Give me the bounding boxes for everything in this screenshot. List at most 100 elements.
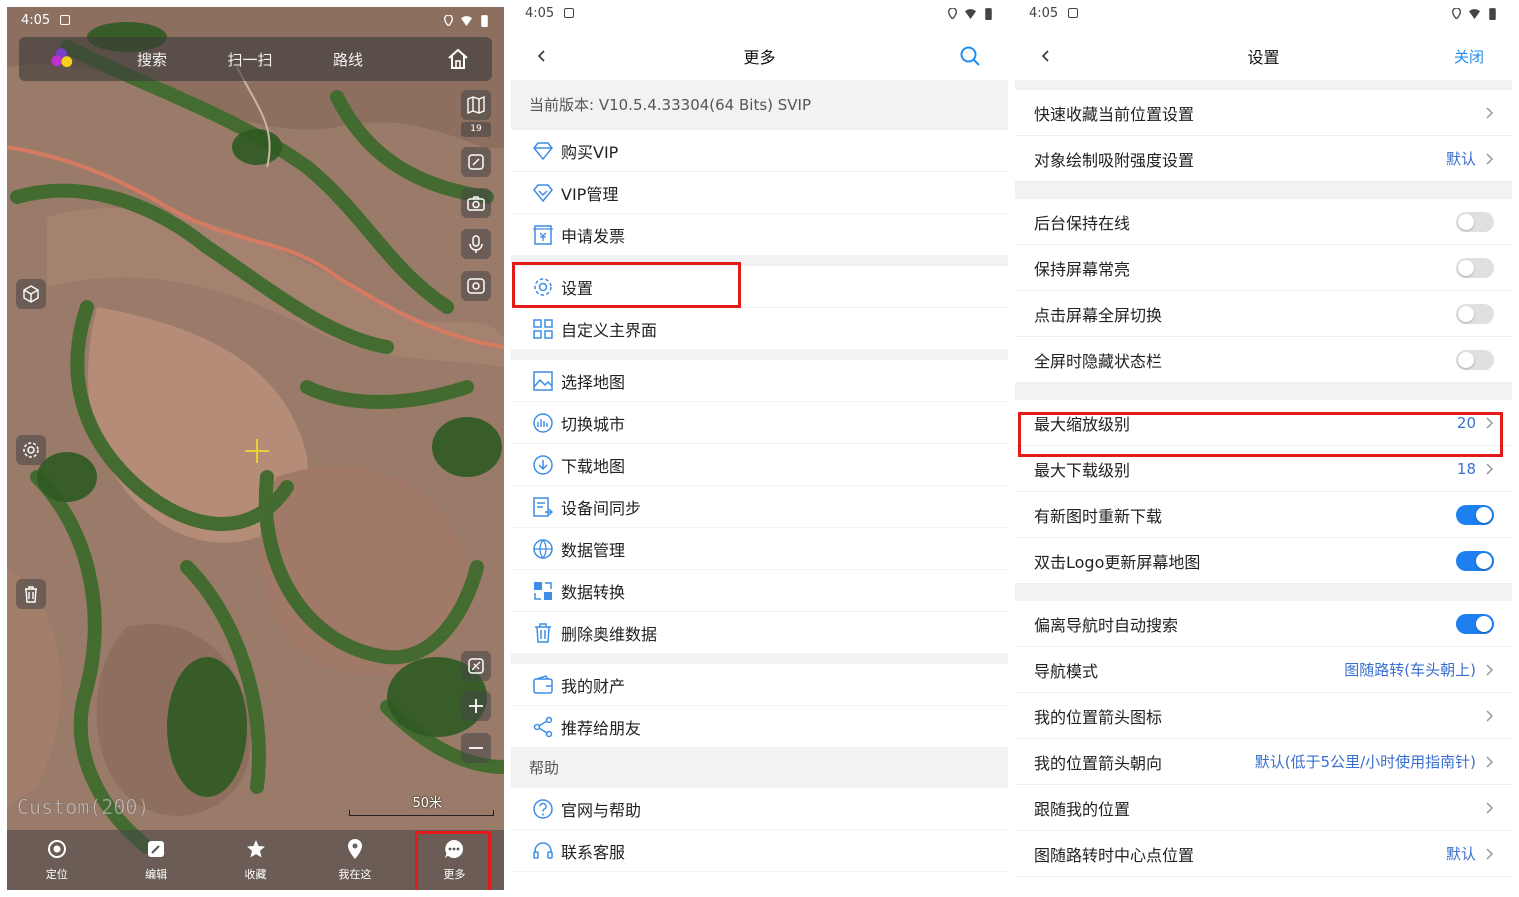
setting-label: 跟随我的位置	[1034, 799, 1131, 819]
delete-button[interactable]	[16, 579, 46, 609]
chevron-right-icon	[1486, 152, 1494, 165]
nav-locate[interactable]: 定位	[7, 830, 106, 890]
more-screen: 4:05 更多 当前版本: V10.5.4.33304(64 Bits) SVI…	[511, 0, 1008, 897]
scale-line	[349, 810, 494, 816]
toggle-switch[interactable]	[1456, 613, 1494, 634]
chevron-right-icon	[1486, 106, 1494, 119]
menu-website-help[interactable]: 官网与帮助	[511, 788, 1008, 830]
tab-route[interactable]: 路线	[299, 49, 397, 70]
share-icon	[533, 716, 553, 737]
menu-custom-home[interactable]: 自定义主界面	[511, 308, 1008, 350]
zoom-out-button[interactable]	[461, 733, 491, 763]
toggle-switch[interactable]	[1456, 504, 1494, 525]
setting-arrow-direction[interactable]: 我的位置箭头朝向 默认(低于5公里/小时使用指南针)	[1015, 739, 1512, 785]
map-settings-button[interactable]	[16, 435, 46, 465]
map-picture-icon	[533, 370, 553, 391]
toggle-switch[interactable]	[1456, 257, 1494, 278]
menu-contact[interactable]: 联系客服	[511, 830, 1008, 872]
wifi-icon	[1469, 8, 1480, 19]
tab-search[interactable]: 搜索	[103, 49, 201, 70]
header: 更多	[511, 36, 1008, 76]
trash-icon	[535, 622, 551, 643]
setting-label: 快速收藏当前位置设置	[1034, 104, 1195, 124]
setting-hide-statusbar: 全屏时隐藏状态栏	[1015, 337, 1512, 383]
clock: 4:05	[21, 12, 51, 28]
map-layers-button[interactable]	[461, 90, 491, 120]
toggle-switch[interactable]	[1456, 211, 1494, 232]
version-label: 当前版本: V10.5.4.33304(64 Bits) SVIP	[511, 80, 1008, 130]
setting-quick-fav[interactable]: 快速收藏当前位置设置	[1015, 90, 1512, 136]
menu-data-manage[interactable]: 数据管理	[511, 528, 1008, 570]
star-icon	[246, 840, 265, 858]
setting-label: 偏离导航时自动搜索	[1034, 615, 1179, 635]
setting-bg-online: 后台保持在线	[1015, 199, 1512, 245]
zoom-level-badge: 19	[461, 122, 491, 137]
menu-my-assets[interactable]: 我的财产	[511, 664, 1008, 706]
divider	[1015, 383, 1512, 400]
status-bar: 4:05	[1015, 0, 1512, 26]
setting-arrow-icon[interactable]: 我的位置箭头图标	[1015, 693, 1512, 739]
setting-dbl-logo: 双击Logo更新屏幕地图	[1015, 538, 1512, 584]
settings-list: 快速收藏当前位置设置 对象绘制吸附强度设置 默认 后台保持在线 保持屏幕常亮 点…	[1015, 80, 1512, 877]
voice-button[interactable]	[461, 229, 491, 259]
nav-favorites[interactable]: 收藏	[206, 830, 305, 890]
nav-favorites-label: 收藏	[244, 868, 267, 881]
sim-icon	[1068, 8, 1079, 18]
menu-data-convert[interactable]: 数据转换	[511, 570, 1008, 612]
menu-recommend[interactable]: 推荐给朋友	[511, 706, 1008, 748]
menu-invoice[interactable]: 申请发票	[511, 214, 1008, 256]
setting-follow-me[interactable]: 跟随我的位置	[1015, 785, 1512, 831]
menu-label: VIP管理	[561, 184, 619, 204]
measure-button[interactable]	[461, 651, 491, 681]
setting-label: 我的位置箭头朝向	[1034, 753, 1163, 773]
help-circle-icon	[533, 798, 553, 819]
menu-device-sync[interactable]: 设备间同步	[511, 486, 1008, 528]
back-chevron-icon[interactable]	[535, 49, 549, 63]
location-status-icon	[947, 7, 958, 19]
page-title: 设置	[1247, 48, 1280, 67]
battery-icon	[1489, 7, 1496, 20]
chevron-right-icon	[1486, 755, 1494, 768]
menu-select-map[interactable]: 选择地图	[511, 360, 1008, 402]
3d-view-button[interactable]	[16, 279, 46, 309]
setting-label: 对象绘制吸附强度设置	[1034, 150, 1195, 170]
menu-label: 设备间同步	[561, 498, 642, 518]
toggle-switch[interactable]	[1456, 550, 1494, 571]
tab-scan[interactable]: 扫一扫	[201, 49, 299, 70]
toggle-switch[interactable]	[1456, 349, 1494, 370]
menu-delete-data[interactable]: 删除奥维数据	[511, 612, 1008, 654]
nav-here[interactable]: 我在这	[305, 830, 404, 890]
page-title: 更多	[743, 48, 776, 67]
camera-button[interactable]	[461, 188, 491, 218]
close-button[interactable]: 关闭	[1454, 46, 1484, 67]
setting-rotate-center[interactable]: 图随路转时中心点位置 默认	[1015, 831, 1512, 877]
fullscreen-button[interactable]	[461, 147, 491, 177]
frame-icon	[468, 154, 484, 170]
app-logo-icon[interactable]	[47, 41, 83, 77]
menu-download-map[interactable]: 下载地图	[511, 444, 1008, 486]
setting-nav-mode[interactable]: 导航模式 图随路转(车头朝上)	[1015, 647, 1512, 693]
menu-label: 下载地图	[561, 456, 626, 476]
search-icon[interactable]	[958, 44, 982, 68]
setting-tap-fullscreen: 点击屏幕全屏切换	[1015, 291, 1512, 337]
zoom-in-button[interactable]	[461, 691, 491, 721]
divider	[511, 350, 1008, 360]
status-bar: 4:05	[7, 7, 504, 33]
setting-snap-strength[interactable]: 对象绘制吸附强度设置 默认	[1015, 136, 1512, 182]
menu-buy-vip[interactable]: 购买VIP	[511, 130, 1008, 172]
map-topbar: 搜索 扫一扫 路线	[19, 37, 492, 81]
nav-edit-label: 编辑	[145, 868, 168, 881]
screenshot-button[interactable]	[461, 271, 491, 301]
menu-vip-manage[interactable]: VIP管理	[511, 172, 1008, 214]
toggle-switch[interactable]	[1456, 303, 1494, 324]
chevron-right-icon	[1486, 663, 1494, 676]
chevron-right-icon	[1486, 462, 1494, 475]
menu-switch-city[interactable]: 切换城市	[511, 402, 1008, 444]
back-chevron-icon[interactable]	[1039, 49, 1053, 63]
crosshair-icon	[245, 439, 269, 463]
home-icon[interactable]	[446, 47, 470, 71]
menu-label: 官网与帮助	[561, 800, 642, 820]
more-list: 当前版本: V10.5.4.33304(64 Bits) SVIP 购买VIP …	[511, 80, 1008, 872]
nav-edit[interactable]: 编辑	[106, 830, 205, 890]
plus-icon	[469, 699, 483, 713]
